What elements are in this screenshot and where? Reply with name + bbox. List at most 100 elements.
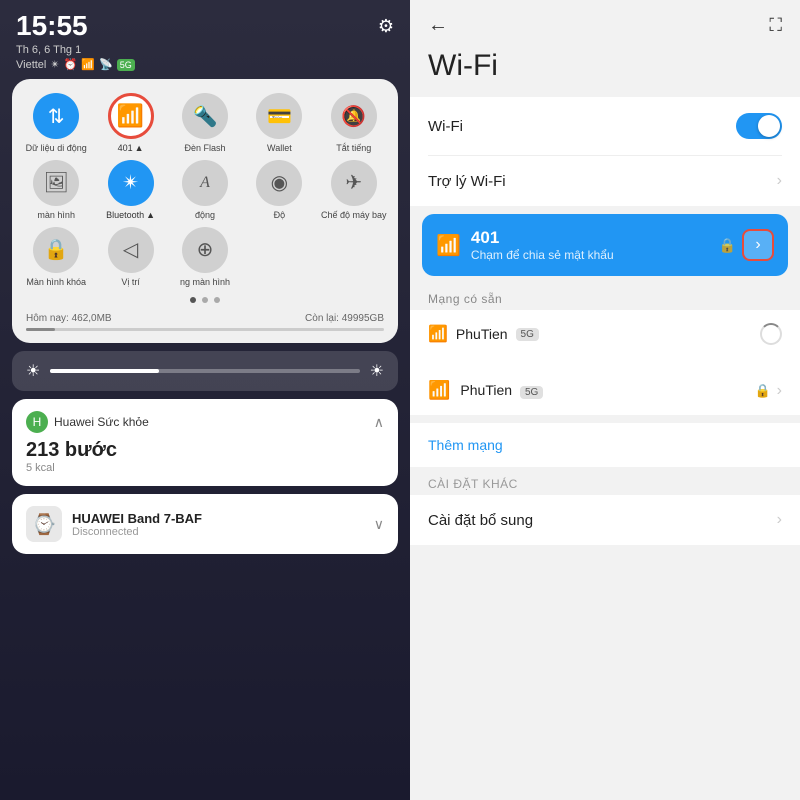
quick-item-mobile-data[interactable]: ⇅ Dữ liệu di động (22, 93, 90, 154)
storage-progress (26, 328, 384, 331)
brightness-row[interactable]: ☀ ☀ (12, 351, 398, 391)
health-card[interactable]: H Huawei Sức khỏe ∧ 213 bước 5 kcal (12, 399, 398, 486)
wifi-toggle[interactable] (736, 113, 782, 139)
flash-label: Đèn Flash (184, 143, 225, 154)
do-icon: ◉ (271, 170, 288, 195)
bluetooth-icon: ✴ (122, 170, 139, 195)
bluetooth-label: Bluetooth (106, 210, 144, 220)
mobile-data-label: Dữ liệu di động (26, 143, 87, 154)
wifi-btn-icon: 📶 (117, 103, 144, 129)
network-lock-icon: 🔒 (754, 383, 770, 399)
other-section-header: CÀI ĐẶT KHÁC (410, 467, 800, 495)
left-panel: 15:55 ⚙ Th 6, 6 Thg 1 Viettel ✴ ⏰ 📶 📡 5G… (0, 0, 410, 800)
location-icon: ◁ (123, 237, 138, 262)
auto-btn[interactable]: A (182, 160, 228, 206)
available-section-label: Mạng có sẵn (410, 282, 800, 310)
available-networks-section: 📶 PhuTien 5G 🔒 › (410, 366, 800, 415)
gear-icon[interactable]: ⚙ (378, 16, 394, 37)
auto-label: động (195, 210, 215, 221)
screen2-btn[interactable]: ⊕ (182, 227, 228, 273)
storage-bar: Hôm nay: 462,0MB Còn lại: 49995GB (22, 309, 388, 326)
wifi-page-title: Wi-Fi (410, 45, 800, 97)
connected-sub-text: Chạm để chia sẻ mật khẩu (471, 248, 709, 262)
other-setting-row[interactable]: Cài đặt bổ sung › (410, 495, 800, 545)
quick-item-auto[interactable]: A động (171, 160, 239, 221)
quick-item-screen2[interactable]: ⊕ ng màn hình (171, 227, 239, 288)
band-status: Disconnected (72, 526, 202, 538)
expand-button[interactable]: ⛶ (769, 15, 782, 36)
wifi-toggle-row[interactable]: Wi-Fi (428, 97, 782, 156)
wifi-assistant-row[interactable]: Trợ lý Wi-Fi › (428, 156, 782, 206)
clock: 15:55 (16, 12, 88, 40)
do-label: Độ (274, 210, 286, 221)
status-bar: 15:55 ⚙ (0, 0, 410, 44)
connected-arrow-button[interactable]: › (742, 229, 774, 261)
mobile-data-icon: ⇅ (48, 104, 65, 129)
steps-count: 213 bước (26, 439, 384, 462)
flash-icon: 🔦 (193, 104, 218, 129)
bt-icon: ✴ (50, 58, 59, 71)
location-btn[interactable]: ◁ (108, 227, 154, 273)
wifi-toggle-section: Wi-Fi Trợ lý Wi-Fi › (410, 97, 800, 206)
quick-item-wifi[interactable]: 📶 401 ▲ (96, 93, 164, 154)
band-icon: ⌚ (26, 506, 62, 542)
network-row-phutien[interactable]: 📶 PhuTien 5G 🔒 › (410, 366, 800, 415)
connected-lock-icon: 🔒 (719, 237, 736, 254)
flash-btn[interactable]: 🔦 (182, 93, 228, 139)
quick-item-lockscreen[interactable]: 🔒 Màn hình khóa (22, 227, 90, 288)
wifi-signal-indicator: ▲ (135, 143, 144, 153)
storage-left: Còn lại: 49995GB (305, 313, 384, 324)
connected-network-card[interactable]: 📶 401 Chạm để chia sẻ mật khẩu 🔒 › (422, 214, 788, 276)
dot-2 (202, 297, 208, 303)
do-btn[interactable]: ◉ (256, 160, 302, 206)
wallet-btn[interactable]: 💳 (256, 93, 302, 139)
status-icons: Viettel ✴ ⏰ 📶 📡 5G (0, 58, 410, 79)
screen-btn[interactable]: 🖼 (33, 160, 79, 206)
lockscreen-btn[interactable]: 🔒 (33, 227, 79, 273)
mobile-data-btn[interactable]: ⇅ (33, 93, 79, 139)
storage-today: Hôm nay: 462,0MB (26, 313, 112, 324)
quick-grid: ⇅ Dữ liệu di động 📶 401 ▲ 🔦 Đèn Flash (22, 93, 388, 287)
quick-item-location[interactable]: ◁ Vị trí (96, 227, 164, 288)
health-icon-symbol: H (33, 415, 42, 429)
quick-item-do[interactable]: ◉ Độ (245, 160, 313, 221)
quick-item-wallet[interactable]: 💳 Wallet (245, 93, 313, 154)
phutien-name: PhuTien (456, 326, 508, 342)
airplane-btn[interactable]: ✈ (331, 160, 377, 206)
network-chevron-icon: › (777, 382, 782, 400)
phutien-badge: 5G (516, 328, 539, 341)
quick-item-screen[interactable]: 🖼 màn hình (22, 160, 90, 221)
right-panel: ← ⛶ Wi-Fi Wi-Fi Trợ lý Wi-Fi › 📶 401 Chạ… (410, 0, 800, 800)
silent-btn[interactable]: 🔕 (331, 93, 377, 139)
brightness-track[interactable] (50, 369, 359, 373)
add-network-button[interactable]: Thêm mạng (410, 423, 800, 467)
quick-item-silent[interactable]: 🔕 Tắt tiếng (320, 93, 388, 154)
wifi-header: ← ⛶ (410, 0, 800, 45)
location-label: Vị trí (121, 277, 140, 288)
storage-fill (26, 328, 55, 331)
connected-info: 401 Chạm để chia sẻ mật khẩu (471, 228, 709, 262)
wifi-assistant-label: Trợ lý Wi-Fi (428, 173, 506, 190)
kcal-count: 5 kcal (26, 462, 384, 474)
brightness-fill (50, 369, 158, 373)
back-button[interactable]: ← (428, 14, 448, 37)
bluetooth-btn[interactable]: ✴ (108, 160, 154, 206)
airplane-icon: ✈ (345, 170, 362, 195)
health-title-row: H Huawei Sức khỏe (26, 411, 149, 433)
other-setting-chevron-icon: › (777, 511, 782, 529)
wifi-btn[interactable]: 📶 (108, 93, 154, 139)
health-header: H Huawei Sức khỏe ∧ (26, 411, 384, 433)
signal-icon: 📶 (81, 58, 95, 71)
brightness-high-icon: ☀ (370, 361, 384, 381)
network-name: PhuTien 5G (460, 382, 543, 398)
band-name: HUAWEI Band 7-BAF (72, 511, 202, 526)
band-card[interactable]: ⌚ HUAWEI Band 7-BAF Disconnected ∨ (12, 494, 398, 554)
other-setting-label: Cài đặt bổ sung (428, 512, 533, 529)
quick-item-flash[interactable]: 🔦 Đèn Flash (171, 93, 239, 154)
band-info: HUAWEI Band 7-BAF Disconnected (72, 511, 202, 538)
connected-wifi-icon: 📶 (436, 233, 461, 258)
alarm-icon: ⏰ (64, 58, 78, 71)
quick-item-airplane[interactable]: ✈ Chế độ máy bay (320, 160, 388, 221)
quick-item-bluetooth[interactable]: ✴ Bluetooth ▲ (96, 160, 164, 221)
dot-3 (214, 297, 220, 303)
